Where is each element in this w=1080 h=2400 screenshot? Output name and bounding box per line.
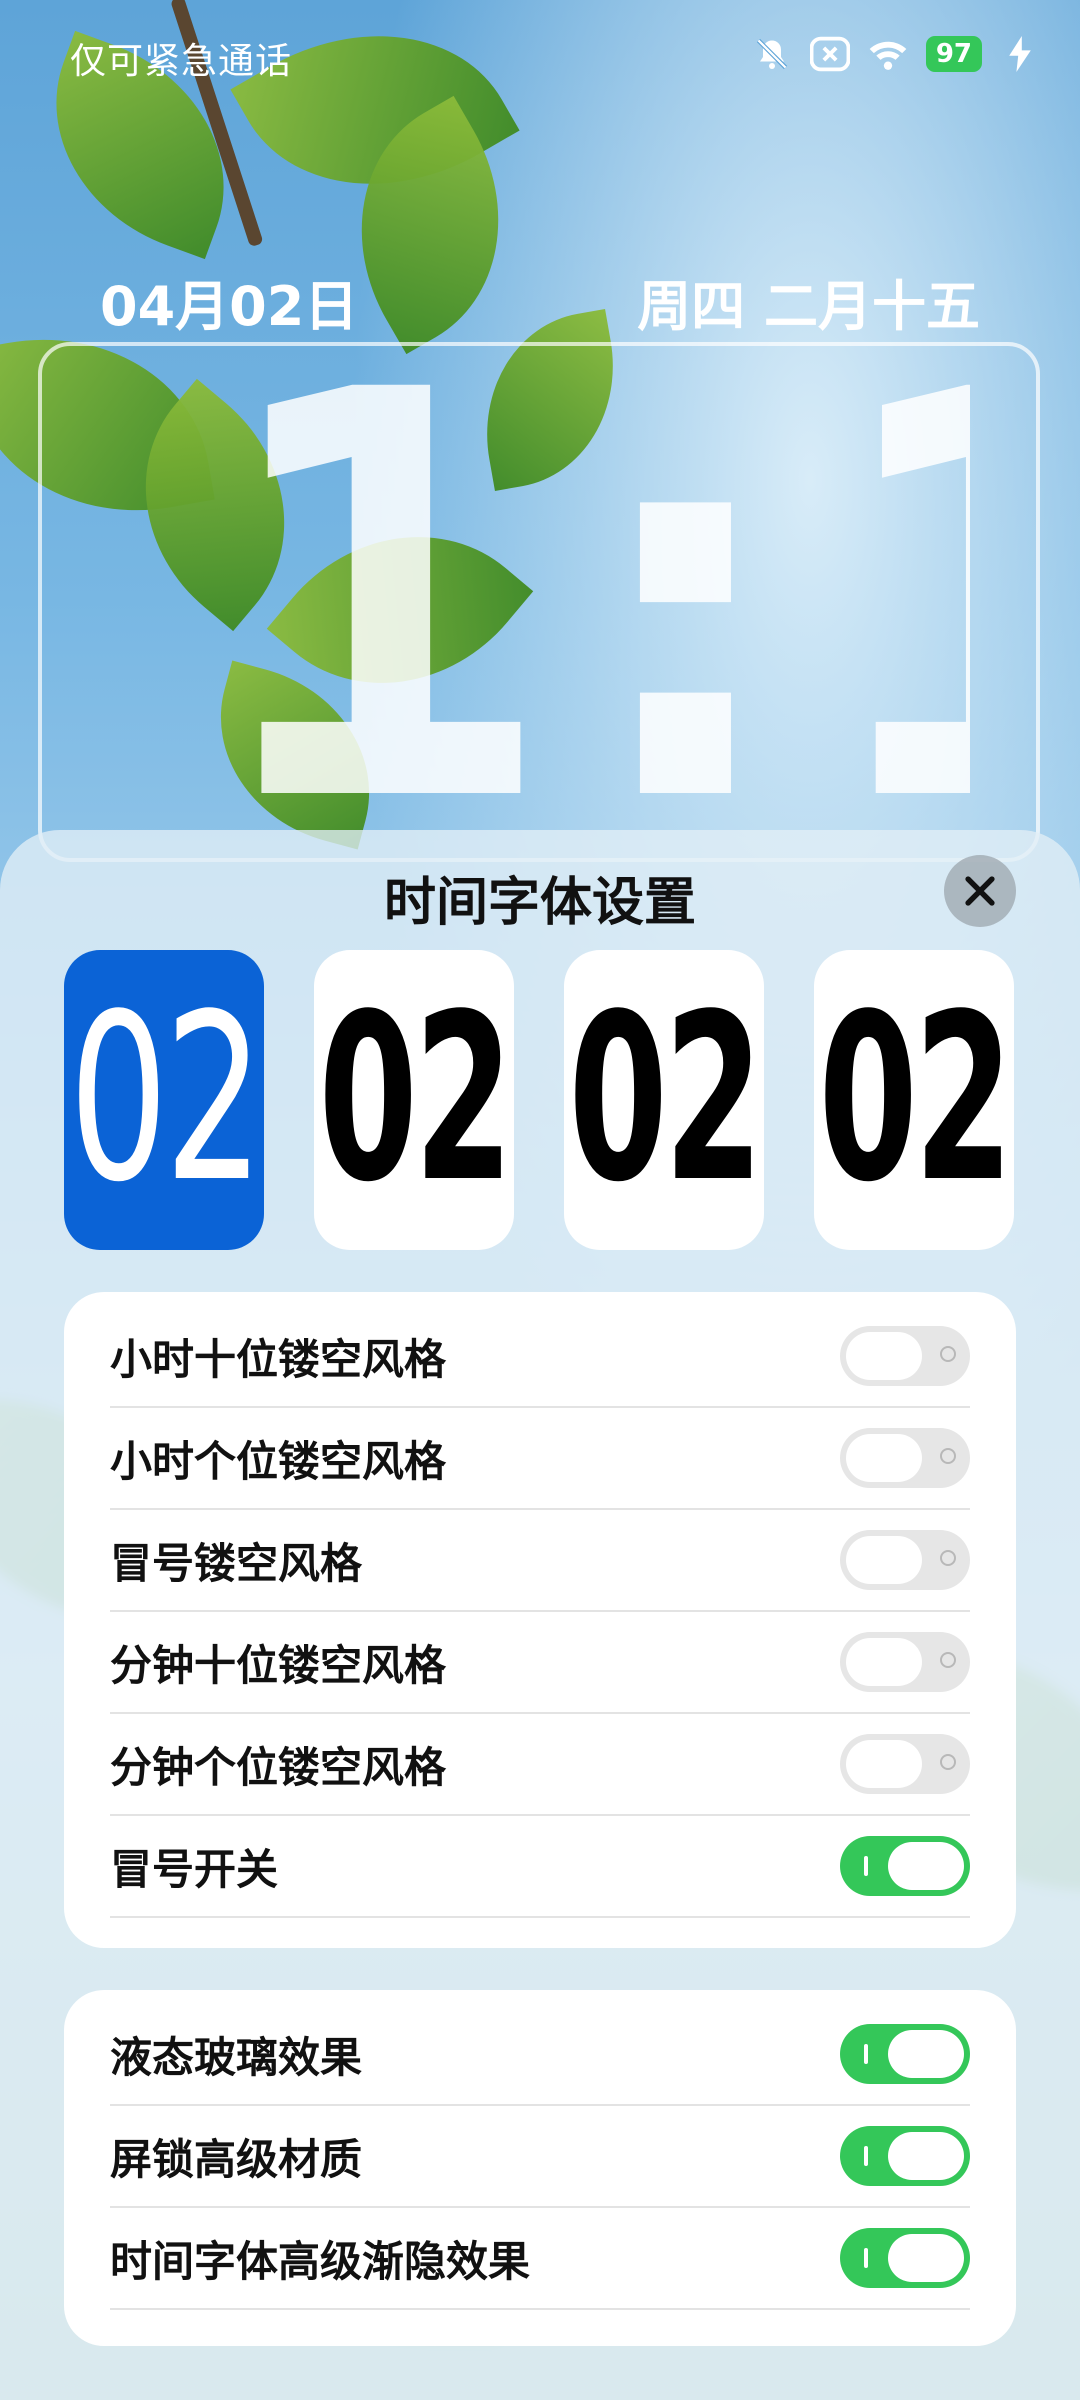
font-options: 02 02 02 02 bbox=[64, 950, 1016, 1250]
font-option-3[interactable]: 02 bbox=[564, 950, 764, 1250]
font-option-2[interactable]: 02 bbox=[314, 950, 514, 1250]
close-icon bbox=[965, 876, 995, 906]
setting-label: 液态玻璃效果 bbox=[110, 2032, 363, 2082]
setting-label: 分钟个位镂空风格 bbox=[110, 1742, 447, 1792]
font-option-4[interactable]: 02 bbox=[814, 950, 1014, 1250]
status-icons: 97 bbox=[752, 34, 1040, 74]
setting-label: 时间字体高级渐隐效果 bbox=[110, 2236, 531, 2286]
minute-tens-hollow-toggle[interactable] bbox=[840, 1632, 970, 1692]
setting-row-colon-switch: 冒号开关 bbox=[110, 1816, 970, 1918]
hollow-style-settings: 小时十位镂空风格 小时个位镂空风格 冒号镂空风格 分钟十位镂空风格 分钟个位镂空… bbox=[64, 1292, 1016, 1948]
setting-row-minute-ones-hollow: 分钟个位镂空风格 bbox=[110, 1714, 970, 1816]
hour-tens-hollow-toggle[interactable] bbox=[840, 1326, 970, 1386]
font-option-1[interactable]: 02 bbox=[64, 950, 264, 1250]
time-font-settings-sheet: 时间字体设置 02 02 02 02 小时十位镂空风格 小时个位镂空风格 冒号镂… bbox=[0, 830, 1080, 2400]
font-option-label: 02 bbox=[68, 966, 264, 1233]
effect-settings: 液态玻璃效果 屏锁高级材质 时间字体高级渐隐效果 bbox=[64, 1990, 1016, 2346]
setting-row-minute-tens-hollow: 分钟十位镂空风格 bbox=[110, 1612, 970, 1714]
setting-row-font-fade: 时间字体高级渐隐效果 bbox=[110, 2208, 970, 2310]
minute-ones-hollow-toggle[interactable] bbox=[840, 1734, 970, 1794]
status-bar: 仅可紧急通话 97 bbox=[0, 0, 1080, 110]
setting-label: 小时十位镂空风格 bbox=[110, 1334, 447, 1384]
wifi-icon bbox=[868, 34, 908, 74]
charging-icon bbox=[1000, 34, 1040, 74]
setting-label: 分钟十位镂空风格 bbox=[110, 1640, 447, 1690]
battery-level: 97 bbox=[925, 36, 982, 72]
carrier-text: 仅可紧急通话 bbox=[70, 41, 293, 82]
close-button[interactable] bbox=[944, 855, 1016, 927]
font-option-label: 02 bbox=[568, 966, 764, 1233]
bell-muted-icon bbox=[752, 34, 792, 74]
hour-ones-hollow-toggle[interactable] bbox=[840, 1428, 970, 1488]
colon-switch-toggle[interactable] bbox=[840, 1836, 970, 1896]
setting-row-hour-ones-hollow: 小时个位镂空风格 bbox=[110, 1408, 970, 1510]
premium-material-toggle[interactable] bbox=[840, 2126, 970, 2186]
close-box-icon bbox=[809, 34, 850, 74]
liquid-glass-toggle[interactable] bbox=[840, 2024, 970, 2084]
colon-hollow-toggle[interactable] bbox=[840, 1530, 970, 1590]
weekday-lunar-label: 周四 二月十五 bbox=[637, 275, 980, 338]
setting-row-liquid-glass: 液态玻璃效果 bbox=[110, 2004, 970, 2106]
setting-label: 冒号镂空风格 bbox=[110, 1538, 363, 1588]
font-fade-toggle[interactable] bbox=[840, 2228, 970, 2288]
setting-row-colon-hollow: 冒号镂空风格 bbox=[110, 1510, 970, 1612]
font-option-label: 02 bbox=[818, 966, 1014, 1233]
setting-row-hour-tens-hollow: 小时十位镂空风格 bbox=[110, 1306, 970, 1408]
setting-label: 屏锁高级材质 bbox=[110, 2134, 363, 2184]
date-label: 04月02日 bbox=[100, 275, 359, 338]
setting-row-premium-material: 屏锁高级材质 bbox=[110, 2106, 970, 2208]
setting-label: 小时个位镂空风格 bbox=[110, 1436, 447, 1486]
sheet-title: 时间字体设置 bbox=[383, 873, 696, 933]
lock-clock: 1:12 bbox=[210, 340, 970, 860]
font-option-label: 02 bbox=[318, 966, 514, 1233]
setting-label: 冒号开关 bbox=[110, 1844, 279, 1894]
